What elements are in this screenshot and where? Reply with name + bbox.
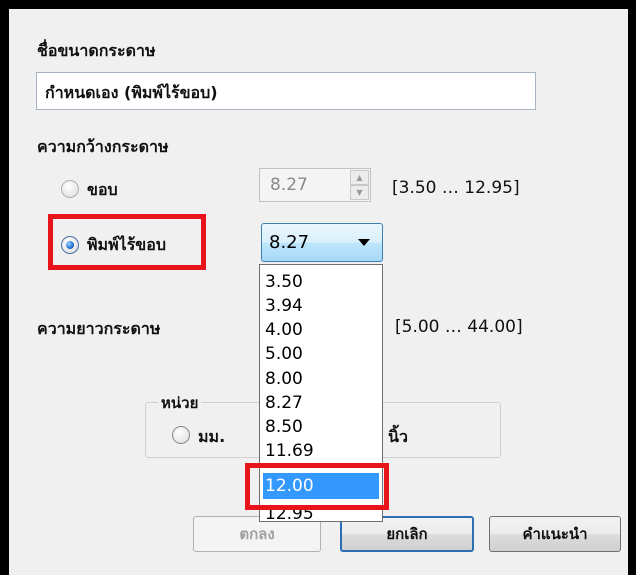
- spin-buttons: ▲ ▼: [350, 170, 369, 200]
- dropdown-option[interactable]: 8.00: [263, 366, 379, 392]
- paper-name-label: ชื่อขนาดกระดาษ: [37, 41, 156, 60]
- dropdown-option[interactable]: 3.50: [263, 269, 379, 295]
- radio-dot-icon: [66, 241, 74, 249]
- dropdown-option[interactable]: 5.00: [263, 341, 379, 367]
- help-button[interactable]: คำแนะนำ: [489, 516, 621, 552]
- paper-width-label: ความกว้างกระดาษ: [37, 137, 169, 156]
- paper-name-input[interactable]: กำหนดเอง (พิมพ์ไร้ขอบ): [36, 72, 536, 110]
- spin-up-icon[interactable]: ▲: [350, 170, 369, 185]
- radio-border[interactable]: [61, 180, 79, 198]
- unit-group-label: หน่วย: [158, 391, 202, 415]
- window-frame-right: [628, 0, 636, 575]
- width-spin-value: 8.27: [270, 175, 308, 195]
- paper-length-label: ความยาวกระดาษ: [37, 319, 161, 338]
- radio-unit-mm[interactable]: [172, 426, 190, 444]
- width-combobox[interactable]: 8.27: [261, 223, 383, 262]
- dropdown-option[interactable]: 8.27: [263, 390, 379, 416]
- width-combo-value: 8.27: [269, 232, 310, 253]
- radio-borderless[interactable]: [61, 236, 79, 254]
- unit-mm-label: มม.: [198, 427, 226, 446]
- length-range-text: [5.00 … 44.00]: [395, 317, 523, 337]
- radio-border-label: ขอบ: [87, 180, 118, 199]
- dropdown-option[interactable]: 3.94: [263, 293, 379, 319]
- spin-down-icon[interactable]: ▼: [350, 185, 369, 200]
- dropdown-option[interactable]: 11.69: [263, 438, 379, 464]
- window-frame-left: [0, 0, 9, 575]
- chevron-down-icon: [358, 239, 370, 246]
- radio-borderless-label: พิมพ์ไร้ขอบ: [87, 235, 166, 254]
- unit-inch-label: นิ้ว: [388, 427, 408, 446]
- highlight-selected-option: [245, 463, 389, 510]
- dropdown-option[interactable]: 4.00: [263, 317, 379, 343]
- width-spin-box[interactable]: 8.27 ▲ ▼: [259, 168, 371, 202]
- window-frame-top: [0, 0, 636, 9]
- dropdown-option[interactable]: 8.50: [263, 414, 379, 440]
- width-range-text: [3.50 … 12.95]: [392, 178, 520, 198]
